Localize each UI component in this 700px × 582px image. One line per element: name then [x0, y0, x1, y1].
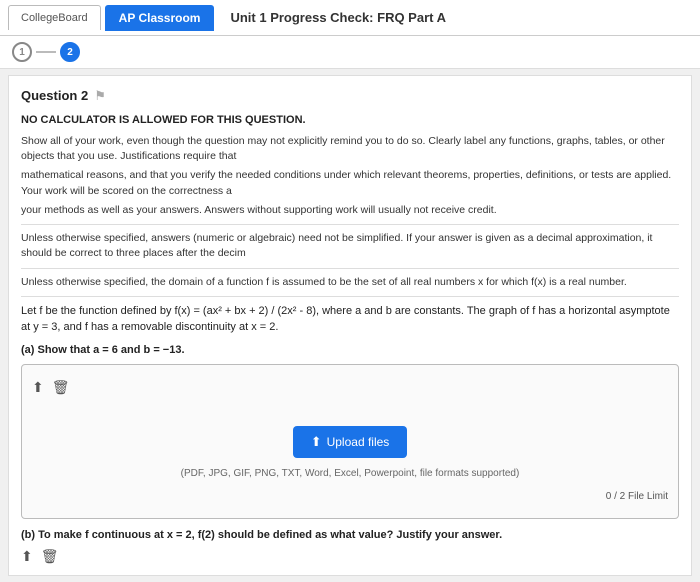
instruction-4: Unless otherwise specified, answers (num…	[21, 231, 679, 261]
part-b-label: (b) To make f continuous at x = 2, f(2) …	[21, 527, 679, 544]
upload-formats: (PDF, JPG, GIF, PNG, TXT, Word, Excel, P…	[181, 466, 520, 481]
flag-icon[interactable]: ⚑	[94, 86, 106, 106]
instruction-1: Show all of your work, even though the q…	[21, 134, 679, 164]
upload-files-button[interactable]: ⬆ Upload files	[293, 426, 408, 458]
tab-ap-classroom[interactable]: AP Classroom	[105, 5, 215, 31]
instruction-2: mathematical reasons, and that you verif…	[21, 168, 679, 198]
part-b-toolbar: ⬆ 🗑	[21, 548, 679, 565]
upload-btn-label: Upload files	[327, 435, 390, 449]
question-title: Question 2	[21, 86, 88, 106]
upload-arrow-button[interactable]: ⬆	[32, 379, 44, 396]
tab-group: CollegeBoard AP Classroom Unit 1 Progres…	[8, 5, 446, 31]
instruction-5: Unless otherwise specified, the domain o…	[21, 275, 679, 290]
part-b: (b) To make f continuous at x = 2, f(2) …	[21, 527, 679, 565]
top-bar: CollegeBoard AP Classroom Unit 1 Progres…	[0, 0, 700, 36]
question-header: Question 2 ⚑	[21, 86, 679, 106]
breadcrumb: 1 2	[0, 36, 700, 69]
content-area: Question 2 ⚑ NO CALCULATOR IS ALLOWED FO…	[8, 75, 692, 576]
problem-text: Let f be the function defined by f(x) = …	[21, 303, 679, 336]
tab-college-board[interactable]: CollegeBoard	[8, 5, 101, 30]
no-calculator-notice: NO CALCULATOR IS ALLOWED FOR THIS QUESTI…	[21, 112, 679, 129]
part-b-delete-button[interactable]: 🗑	[41, 548, 59, 565]
step-2[interactable]: 2	[60, 42, 80, 62]
tab-title: Unit 1 Progress Check: FRQ Part A	[230, 10, 446, 25]
upload-center: ⬆ Upload files (PDF, JPG, GIF, PNG, TXT,…	[32, 426, 668, 481]
part-b-upload-button[interactable]: ⬆	[21, 548, 33, 565]
separator-1	[21, 224, 679, 225]
upload-btn-icon: ⬆	[311, 434, 322, 450]
delete-button[interactable]: 🗑	[52, 379, 70, 396]
step-1[interactable]: 1	[12, 42, 32, 62]
separator-3	[21, 296, 679, 297]
step-line	[36, 51, 56, 53]
instruction-3: your methods as well as your answers. An…	[21, 203, 679, 218]
upload-box: ⬆ 🗑 ⬆ Upload files (PDF, JPG, GIF, PNG, …	[21, 364, 679, 519]
separator-2	[21, 268, 679, 269]
part-a-label: (a) Show that a = 6 and b = −13.	[21, 342, 679, 359]
upload-limit: 0 / 2 File Limit	[32, 489, 668, 504]
upload-toolbar: ⬆ 🗑	[32, 379, 668, 396]
